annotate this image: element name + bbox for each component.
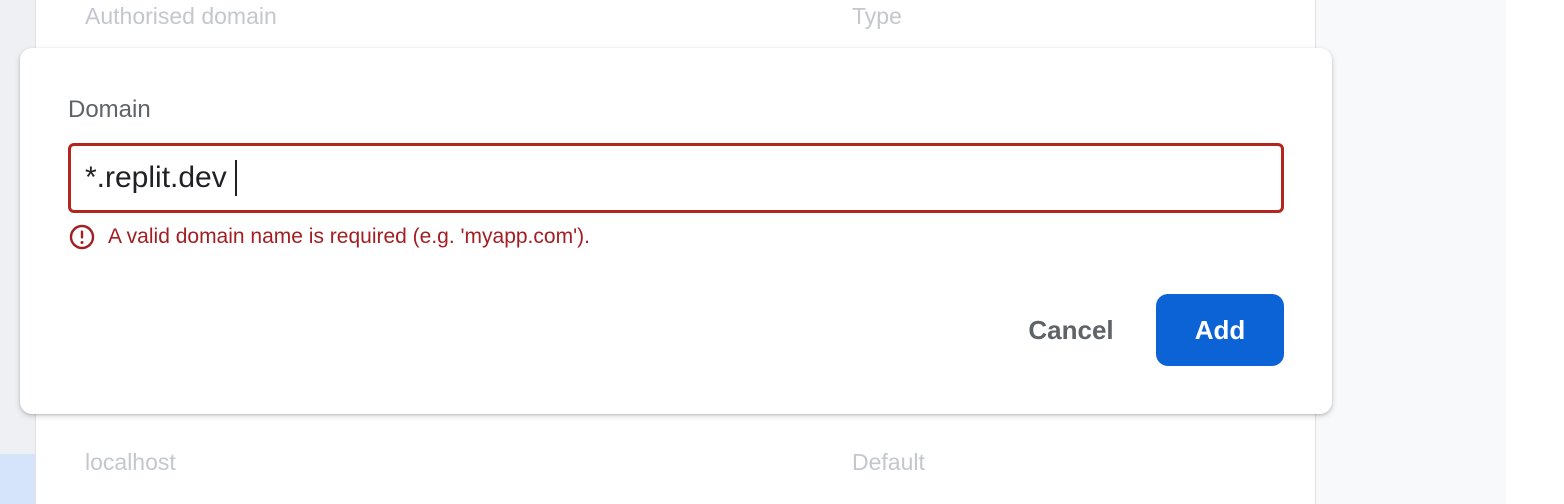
validation-error: A valid domain name is required (e.g. 'm… — [69, 224, 590, 250]
add-domain-dialog: Domain A valid domain name is required (… — [20, 48, 1332, 414]
domain-input[interactable] — [68, 143, 1284, 213]
add-button[interactable]: Add — [1156, 294, 1284, 366]
error-message: A valid domain name is required (e.g. 'm… — [108, 225, 590, 248]
domain-field-label: Domain — [68, 96, 151, 123]
error-circle-icon — [69, 224, 95, 250]
cancel-button[interactable]: Cancel — [1010, 294, 1132, 366]
text-cursor — [235, 160, 237, 196]
